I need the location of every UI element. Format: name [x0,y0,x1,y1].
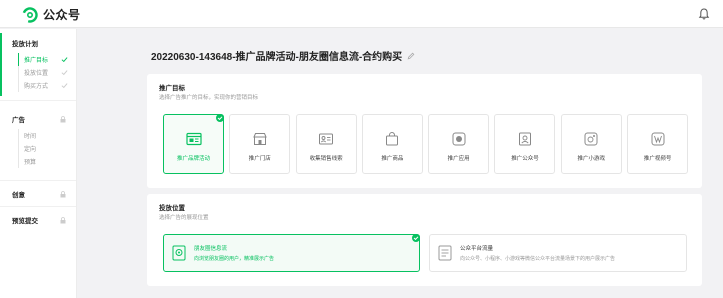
selected-check-badge-icon [412,234,420,242]
sidebar-item-budget[interactable]: 预算 [0,155,76,168]
top-bar: 公众号 [0,0,723,28]
goal-section: 推广目标 选择广告推广的目标，实现你的营销目标 推广品牌活动 推广门店 收集销售… [147,74,702,188]
edit-pencil-icon[interactable] [407,52,415,60]
sidebar-group-title: 创意 [12,192,25,199]
sidebar-group-title[interactable]: 投放计划 [0,33,76,53]
sidebar-group-title: 预览提交 [12,218,38,225]
selected-check-badge-icon [216,114,224,122]
channels-icon [651,132,665,146]
goal-options: 推广品牌活动 推广门店 收集销售线索 推广商品 推广应用 推广公众号 推广小游戏… [163,114,689,174]
sidebar: 投放计划 推广目标 投放位置 购买方式 广告 时间 定向 预算 创意 预览提交 [0,29,77,298]
plan-name: 20220630-143648-推广品牌活动-朋友圈信息流-合约购买 [151,52,403,63]
sidebar-group-title-row[interactable]: 预览提交 [0,210,76,230]
option-label: 推广小游戏 [577,156,606,162]
sidebar-group-ad: 广告 时间 定向 预算 [0,101,76,181]
section-title: 投放位置 [159,205,185,212]
placement-option-moments-feed[interactable]: 朋友圈信息流 向浏览朋友圈的用户，精准展示广告 [163,234,420,272]
placement-name: 朋友圈信息流 [194,246,228,252]
store-icon [253,133,267,145]
document-icon [438,245,452,261]
sidebar-group-plan: 投放计划 推广目标 投放位置 购买方式 [0,29,76,101]
option-label: 推广公众号 [511,156,539,162]
placement-desc: 向浏览朋友圈的用户，精准展示广告 [194,256,275,262]
option-label: 推广视频号 [643,156,672,162]
moments-feed-icon [172,245,186,261]
placement-name: 公众平台流量 [460,246,494,252]
goal-option-leads[interactable]: 收集销售线索 [295,114,357,174]
section-title: 推广目标 [159,85,185,92]
goal-option-app[interactable]: 推广应用 [428,114,490,174]
sidebar-item-label: 推广目标 [24,58,49,64]
notification-bell-icon[interactable] [697,7,711,21]
option-label: 推广商品 [381,156,404,162]
option-label: 推广应用 [447,156,470,162]
app-icon [452,132,466,146]
check-icon [61,83,68,89]
sidebar-group-creative: 创意 [0,181,76,207]
sidebar-group-title: 广告 [12,117,25,124]
lock-icon [60,190,66,197]
option-label: 推广品牌活动 [176,156,210,162]
sidebar-item-label: 时间 [24,134,37,140]
sidebar-item-label: 预算 [24,160,37,166]
sidebar-item-time[interactable]: 时间 [0,129,76,142]
placement-section: 投放位置 选择广告的展现位置 朋友圈信息流 向浏览朋友圈的用户，精准展示广告 公… [147,194,702,286]
goal-option-brand-campaign[interactable]: 推广品牌活动 [163,114,224,174]
sidebar-group-preview: 预览提交 [0,207,76,233]
app-name: 公众号 [43,8,81,22]
sidebar-group-title-row[interactable]: 广告 [0,109,76,129]
check-icon [61,57,68,63]
official-account-icon [518,132,531,146]
goal-option-official-account[interactable]: 推广公众号 [494,114,556,174]
sidebar-item-placement[interactable]: 投放位置 [0,66,76,79]
check-icon [61,70,68,76]
shopping-bag-icon [386,132,399,146]
placement-option-public-platform[interactable]: 公众平台流量 向公众号、小程序、小游戏等微信公众平台流量场景下的用户展示广告 [429,234,687,272]
goal-option-store[interactable]: 推广门店 [229,114,291,174]
section-subtitle: 选择广告的展现位置 [159,215,209,221]
goal-option-mini-game[interactable]: 推广小游戏 [560,114,622,174]
app-logo[interactable]: 公众号 [22,6,81,23]
goal-option-channels[interactable]: 推广视频号 [627,114,689,174]
sidebar-item-label: 投放位置 [24,71,49,77]
sidebar-item-label: 购买方式 [24,84,49,90]
sidebar-item-purchase[interactable]: 购买方式 [0,79,76,92]
placement-desc: 向公众号、小程序、小游戏等微信公众平台流量场景下的用户展示广告 [460,256,616,262]
sidebar-item-targeting[interactable]: 定向 [0,142,76,155]
wechat-logo-icon [22,6,38,23]
sidebar-item-label: 定向 [24,147,37,153]
page-title: 20220630-143648-推广品牌活动-朋友圈信息流-合约购买 [151,48,415,63]
web-page-icon [185,132,202,146]
lock-icon [60,115,66,122]
lock-icon [60,216,66,223]
option-label: 收集销售线索 [309,156,343,162]
sidebar-item-goal[interactable]: 推广目标 [0,53,76,66]
goal-option-products[interactable]: 推广商品 [361,114,423,174]
contact-card-icon [319,133,334,145]
option-label: 推广门店 [248,156,271,162]
mini-game-icon [584,132,598,146]
section-subtitle: 选择广告推广的目标，实现你的营销目标 [159,95,259,101]
sidebar-group-title-row[interactable]: 创意 [0,184,76,204]
